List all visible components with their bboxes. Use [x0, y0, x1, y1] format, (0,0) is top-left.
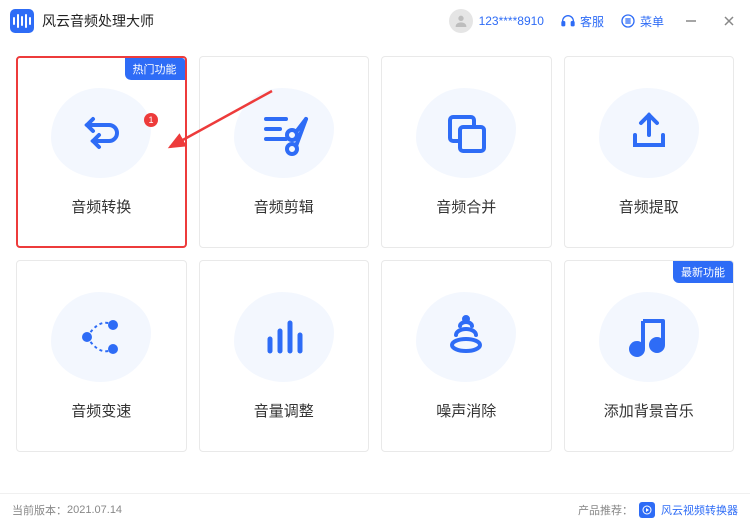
close-button[interactable] [718, 10, 740, 32]
card-label: 音量调整 [254, 400, 314, 421]
card-label: 音频合并 [436, 196, 496, 217]
app-logo [10, 9, 34, 33]
new-badge: 最新功能 [673, 261, 733, 283]
volume-icon [234, 292, 334, 382]
card-label: 音频转换 [71, 196, 131, 217]
speed-icon [51, 292, 151, 382]
card-label: 音频提取 [619, 196, 679, 217]
minimize-button[interactable] [680, 10, 702, 32]
card-label: 添加背景音乐 [604, 400, 694, 421]
username[interactable]: 123****8910 [479, 14, 544, 28]
annotation-arrow [150, 85, 280, 157]
avatar[interactable] [449, 9, 473, 33]
card-merge[interactable]: 音频合并 [381, 56, 552, 248]
card-volume[interactable]: 音量调整 [199, 260, 370, 452]
menu-label: 菜单 [640, 13, 664, 30]
recommend-link[interactable]: 风云视频转换器 [661, 502, 738, 518]
card-label: 音频变速 [71, 400, 131, 421]
app-title: 风云音频处理大师 [42, 11, 154, 31]
support-label: 客服 [580, 13, 604, 30]
titlebar: 风云音频处理大师 123****8910 客服 菜单 [0, 0, 750, 42]
version-label: 当前版本： [12, 502, 67, 518]
footer: 当前版本： 2021.07.14 产品推荐： 风云视频转换器 [0, 493, 750, 525]
hot-badge: 热门功能 [125, 58, 185, 80]
card-label: 噪声消除 [436, 400, 496, 421]
recommend-label: 产品推荐： [578, 502, 633, 518]
card-speed[interactable]: 音频变速 [16, 260, 187, 452]
menu-button[interactable]: 菜单 [620, 13, 664, 30]
convert-icon [51, 88, 151, 178]
annotation-marker: 1 [144, 113, 158, 127]
feature-grid: 热门功能音频转换 音频剪辑 音频合并 音频提取音频变速 音量调整 噪声消除 最新功能添加背景… [0, 42, 750, 452]
merge-icon [416, 88, 516, 178]
card-label: 音频剪辑 [254, 196, 314, 217]
card-extract[interactable]: 音频提取 [564, 56, 735, 248]
denoise-icon [416, 292, 516, 382]
version-value: 2021.07.14 [67, 504, 122, 516]
menu-icon [620, 13, 636, 29]
card-music[interactable]: 最新功能添加背景音乐 [564, 260, 735, 452]
card-denoise[interactable]: 噪声消除 [381, 260, 552, 452]
music-icon [599, 292, 699, 382]
headset-icon [560, 13, 576, 29]
extract-icon [599, 88, 699, 178]
support-button[interactable]: 客服 [560, 13, 604, 30]
user-icon [453, 13, 469, 29]
recommend-icon [639, 502, 655, 518]
